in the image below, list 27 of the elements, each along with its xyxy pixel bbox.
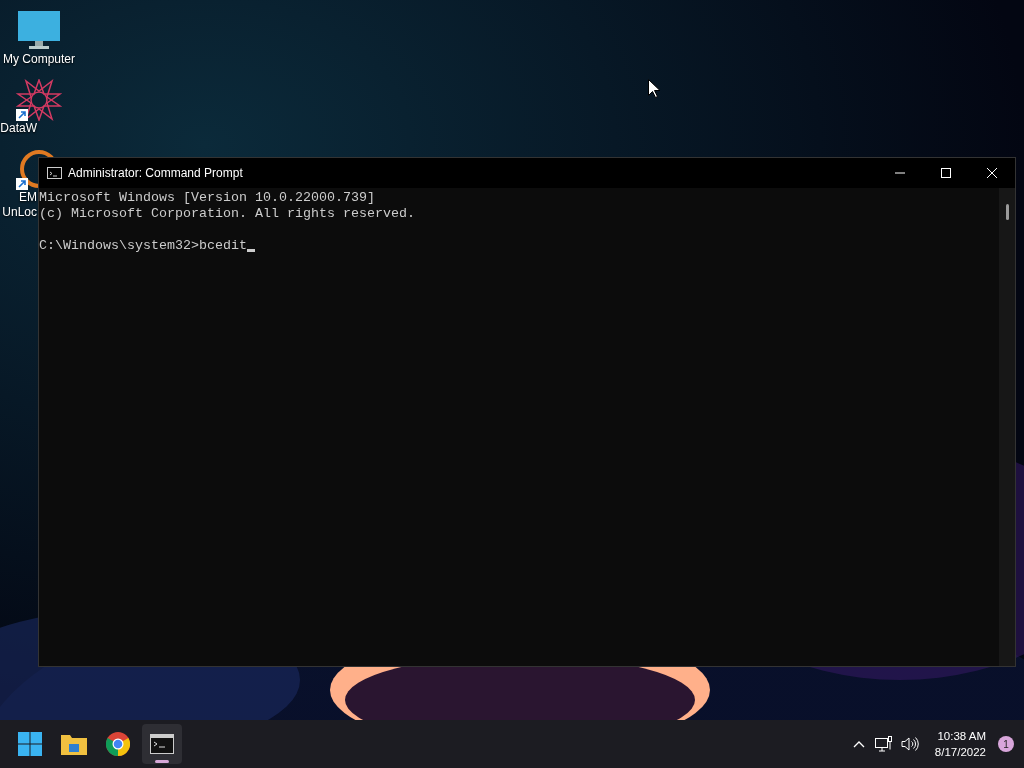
star-icon (16, 79, 62, 121)
cursor-icon (648, 79, 660, 98)
console-icon (47, 167, 62, 179)
console-line: Microsoft Windows [Version 10.0.22000.739] (39, 190, 376, 206)
close-icon (987, 168, 997, 178)
taskbar-app-button[interactable] (142, 724, 182, 764)
network-icon[interactable] (874, 736, 893, 752)
icon-label: UnLoc (2, 205, 37, 220)
icon-label: My Computer (3, 52, 75, 67)
window-title: Administrator: Command Prompt (68, 166, 244, 180)
time-text: 10:38 AM (937, 729, 986, 744)
chrome-icon (106, 732, 130, 756)
command-prompt-line: C:\Windows\system32>bcedit (39, 238, 247, 254)
folder-icon (61, 733, 87, 755)
windows-logo-icon (18, 732, 42, 756)
terminal-icon (150, 734, 174, 754)
icon-label: EM (19, 190, 37, 205)
monitor-icon (17, 10, 61, 50)
text-cursor (246, 249, 255, 252)
clock[interactable]: 10:38 AM 8/17/2022 (934, 728, 986, 760)
maximize-icon (941, 168, 951, 178)
scrollbar[interactable] (999, 188, 1015, 666)
notification-badge[interactable]: 1 (998, 736, 1014, 752)
console-line: (c) Microsoft Corporation. All rights reserved. (39, 206, 416, 222)
date-text: 8/17/2022 (934, 745, 986, 760)
icon-label: DataW (0, 121, 37, 136)
speaker-icon[interactable] (900, 736, 919, 752)
